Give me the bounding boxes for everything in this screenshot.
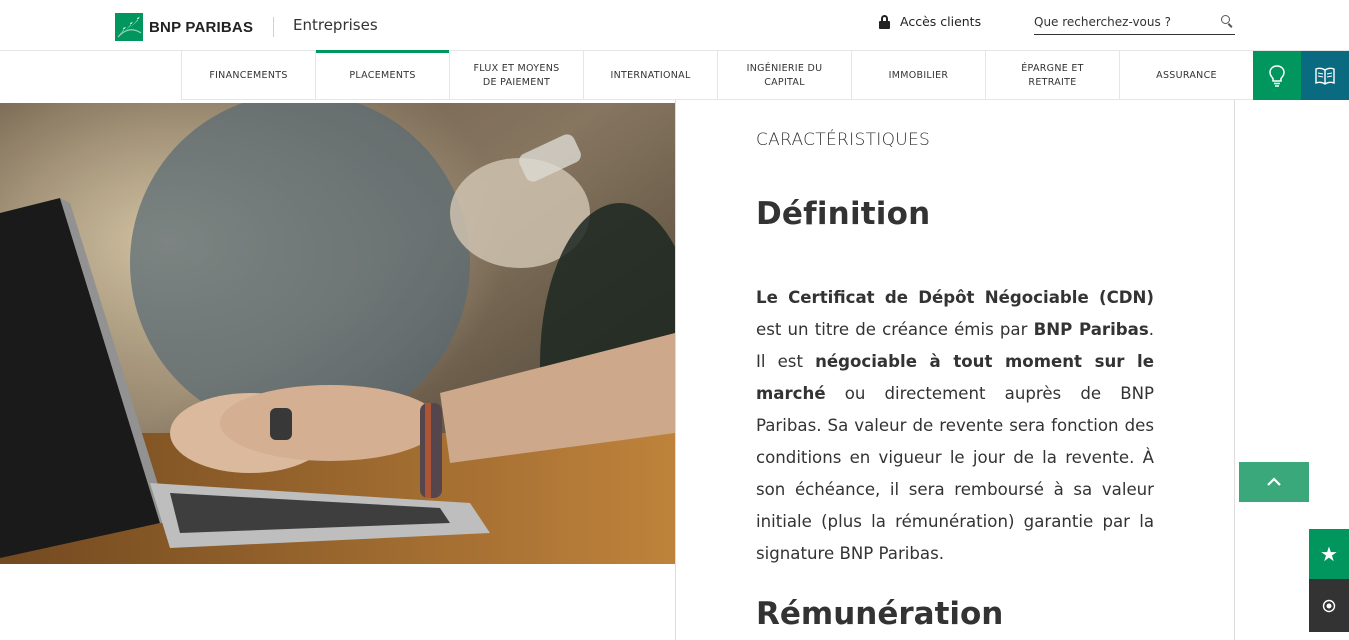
nav-item-flux-moyens-paiement[interactable]: FLUX ET MOYENS DE PAIEMENT	[449, 51, 583, 100]
nav-item-epargne-retraite[interactable]: ÉPARGNE ET RETRAITE	[985, 51, 1119, 100]
para-bold-cdn: Le Certificat de Dépôt Négociable (CDN)	[756, 288, 1154, 307]
search-box	[1034, 11, 1235, 35]
article-panel: CARACTÉRISTIQUES Définition Le Certifica…	[675, 100, 1235, 640]
lock-icon	[879, 14, 890, 29]
top-header: BNP PARIBAS Entreprises Accès clients	[0, 0, 1349, 51]
nav-item-ingenierie-capital[interactable]: INGÉNIERIE DU CAPITAL	[717, 51, 851, 100]
header-divider	[273, 17, 274, 37]
hero-image-laptop-typing	[0, 103, 675, 564]
client-access-label: Accès clients	[900, 14, 982, 29]
nav-item-immobilier[interactable]: IMMOBILIER	[851, 51, 985, 100]
section-kicker: CARACTÉRISTIQUES	[756, 130, 931, 150]
logo-stars-icon	[115, 13, 143, 41]
chevron-up-icon	[1267, 477, 1281, 486]
para-bold-bnp: BNP Paribas	[1033, 320, 1149, 339]
remuneration-heading: Rémunération	[756, 596, 1004, 632]
site-name[interactable]: Entreprises	[293, 16, 378, 34]
star-icon: ★	[1320, 542, 1338, 566]
ideas-button[interactable]	[1253, 51, 1301, 100]
lightbulb-icon	[1269, 64, 1285, 87]
para-text-3: ou directement auprès de BNP Paribas. Sa…	[756, 384, 1154, 563]
para-text-1: est un titre de créance émis par	[756, 320, 1034, 339]
brand-name: BNP PARIBAS	[149, 18, 254, 36]
nav-item-assurance[interactable]: ASSURANCE	[1119, 51, 1253, 100]
guides-button[interactable]	[1301, 51, 1349, 100]
client-access-link[interactable]: Accès clients	[879, 14, 981, 29]
definition-heading: Définition	[756, 196, 931, 232]
search-icon[interactable]	[1221, 15, 1233, 28]
nav-item-placements[interactable]: PLACEMENTS	[315, 50, 449, 100]
back-to-top-button[interactable]	[1239, 462, 1309, 502]
main-nav: FINANCEMENTS PLACEMENTS FLUX ET MOYENS D…	[181, 50, 1253, 100]
search-input[interactable]	[1034, 12, 1214, 32]
favorite-button[interactable]: ★	[1309, 529, 1349, 579]
bnp-paribas-logo[interactable]: BNP PARIBAS	[115, 13, 253, 41]
nav-item-financements[interactable]: FINANCEMENTS	[181, 51, 315, 100]
definition-paragraph: Le Certificat de Dépôt Négociable (CDN) …	[756, 282, 1154, 570]
book-icon	[1315, 67, 1335, 85]
radio-button-widget[interactable]	[1309, 579, 1349, 632]
radio-icon	[1322, 599, 1336, 612]
nav-item-international[interactable]: INTERNATIONAL	[583, 51, 717, 100]
